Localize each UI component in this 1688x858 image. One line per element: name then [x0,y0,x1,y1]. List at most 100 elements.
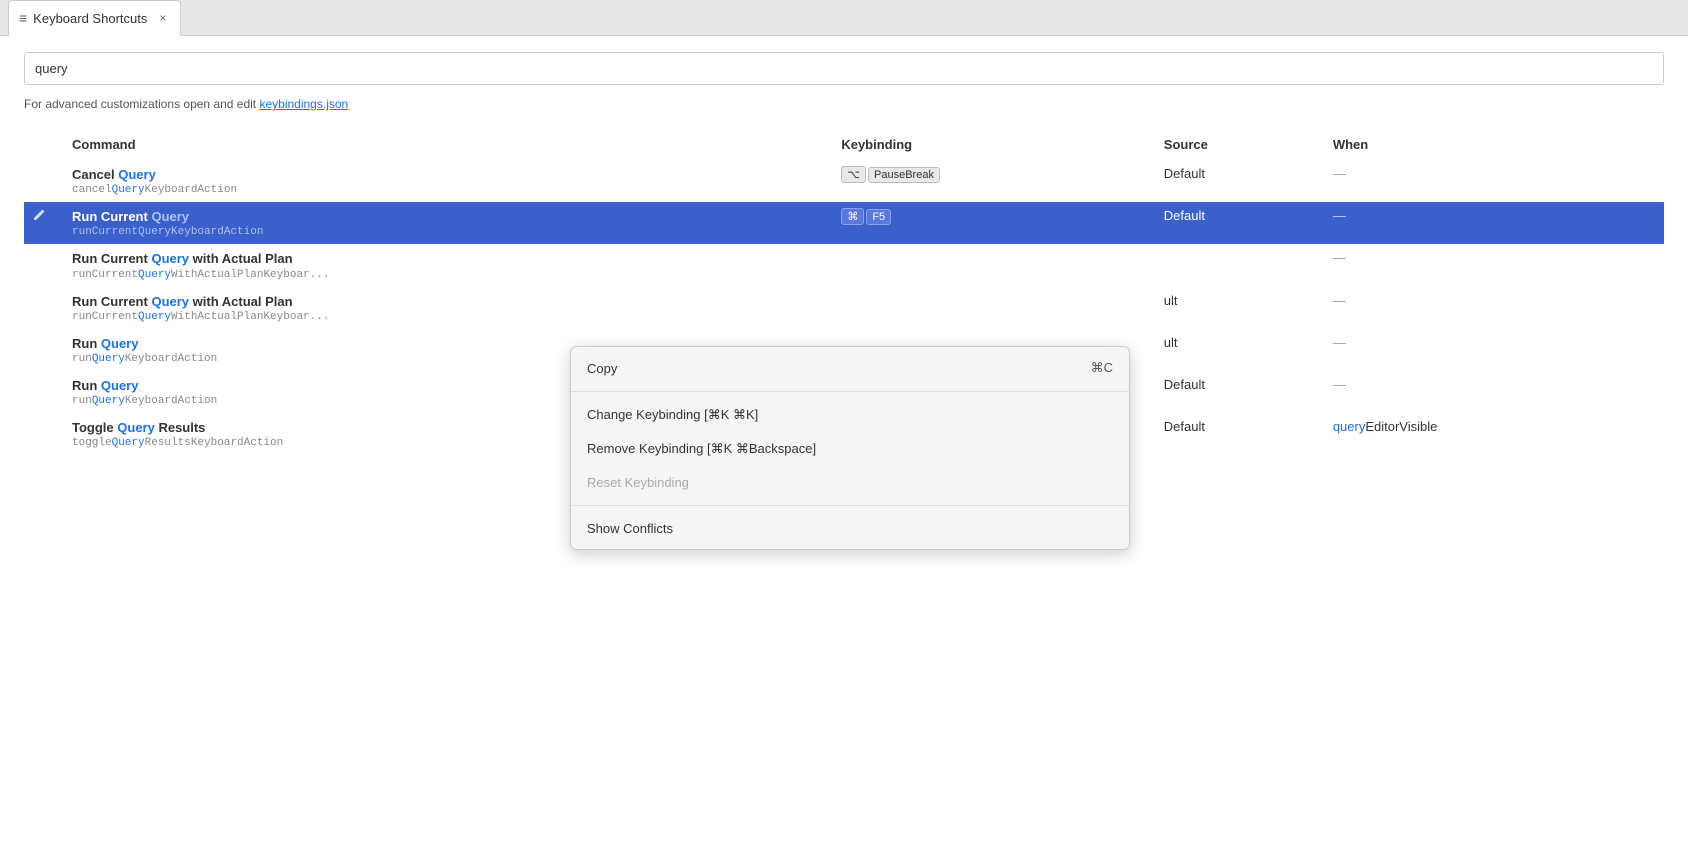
keyboard-shortcuts-tab[interactable]: ≡ Keyboard Shortcuts × [8,0,181,36]
when-cell: — [1325,371,1664,413]
context-menu-copy-label: Copy [587,361,617,376]
search-input[interactable] [24,52,1664,85]
when-dash: — [1333,208,1346,223]
command-name: Cancel Query [72,166,825,184]
cmdid-prefix: run [72,395,92,407]
keybinding-cell [833,287,1155,329]
cmdid-suffix: WithActualPlanKeyboar... [171,269,329,281]
info-text: For advanced customizations open and edi… [24,97,1664,111]
when-dash: — [1333,377,1346,392]
context-menu-section-2: Change Keybinding [⌘K ⌘K] Remove Keybind… [571,394,1129,503]
source-cell [1156,244,1325,286]
context-menu-divider-2 [571,505,1129,506]
cmdid-highlight: Query [92,353,125,365]
key-combo: ⌥ PauseBreak [841,166,1147,183]
cmdid-highlight: Query [138,311,171,323]
cmd-prefix: Run Current [72,209,151,224]
context-menu-item-show-conflicts[interactable]: Show Conflicts [571,512,1129,545]
main-content: For advanced customizations open and edi… [0,36,1688,858]
context-menu-show-conflicts-label: Show Conflicts [587,521,673,536]
info-static-text: For advanced customizations open and edi… [24,97,259,111]
when-suffix: EditorVisible [1365,419,1437,434]
cmdid-suffix: KeyboardAction [171,226,263,238]
cmdid-prefix: runCurrent [72,311,138,323]
cmd-prefix: Toggle [72,420,117,435]
cmdid-suffix: WithActualPlanKeyboar... [171,311,329,323]
source-cell: ult [1156,329,1325,371]
cmdid-suffix: ResultsKeyboardAction [145,437,284,449]
cmd-suffix: with Actual Plan [189,294,293,309]
command-cell: Cancel Query cancelQueryKeyboardAction [64,160,833,202]
keybinding-cell: ⌥ PauseBreak [833,160,1155,202]
edit-icon-cell [24,371,64,413]
tab-bar: ≡ Keyboard Shortcuts × [0,0,1688,36]
cmdid-highlight: Query [92,395,125,407]
command-id: runCurrentQueryKeyboardAction [72,226,825,238]
command-id: cancelQueryKeyboardAction [72,184,825,196]
cmdid-prefix: cancel [72,184,112,196]
when-dash: — [1333,166,1346,181]
cmdid-prefix: runCurrent [72,226,138,238]
cmd-highlight: Query [117,420,155,435]
context-menu-item-remove-keybinding[interactable]: Remove Keybinding [⌘K ⌘Backspace] [571,432,1129,466]
when-dash: — [1333,250,1346,265]
table-row[interactable]: Run Current Query runCurrentQueryKeyboar… [24,202,1664,244]
cmd-highlight: Query [101,336,139,351]
tab-title-text: Keyboard Shortcuts [33,11,147,26]
source-cell: Default [1156,202,1325,244]
col-source-header: Source [1156,131,1325,160]
context-menu-item-reset-keybinding: Reset Keybinding [571,466,1129,499]
cmdid-highlight: Query [138,269,171,281]
when-cell: — [1325,202,1664,244]
context-menu-remove-keybinding-label: Remove Keybinding [⌘K ⌘Backspace] [587,441,816,457]
command-cell: Run Current Query runCurrentQueryKeyboar… [64,202,833,244]
when-cell: — [1325,244,1664,286]
edit-icon-cell [24,287,64,329]
tab-close-button[interactable]: × [155,9,170,27]
source-cell: Default [1156,413,1325,455]
cmdid-prefix: toggle [72,437,112,449]
pencil-icon [32,208,46,222]
key-chip: ⌥ [841,166,866,183]
context-menu-section-1: Copy ⌘C [571,347,1129,389]
cmd-prefix: Run [72,378,101,393]
cmdid-suffix: KeyboardAction [125,353,217,365]
cmdid-highlight: Query [112,437,145,449]
cmd-highlight: Query [118,167,156,182]
cmd-suffix: with Actual Plan [189,251,293,266]
cmd-prefix: Run Current [72,294,151,309]
edit-icon-cell [24,329,64,371]
cmdid-prefix: runCurrent [72,269,138,281]
edit-icon-cell [24,244,64,286]
cmd-highlight: Query [151,251,189,266]
edit-icon-cell [24,160,64,202]
col-edit [24,131,64,160]
context-menu-item-copy[interactable]: Copy ⌘C [571,351,1129,385]
table-row[interactable]: Run Current Query with Actual Plan runCu… [24,244,1664,286]
when-dash: — [1333,293,1346,308]
cmd-prefix: Cancel [72,167,118,182]
cmdid-suffix: KeyboardAction [125,395,217,407]
context-menu-item-change-keybinding[interactable]: Change Keybinding [⌘K ⌘K] [571,398,1129,432]
edit-icon-cell [24,202,64,244]
context-menu-section-3: Show Conflicts [571,508,1129,549]
cmdid-prefix: run [72,353,92,365]
cmd-prefix: Run Current [72,251,151,266]
source-cell: ult [1156,287,1325,329]
keybinding-cell: ⌘ F5 [833,202,1155,244]
table-row[interactable]: Cancel Query cancelQueryKeyboardAction ⌥… [24,160,1664,202]
source-cell: Default [1156,371,1325,413]
when-dash: — [1333,335,1346,350]
key-chip: PauseBreak [868,167,940,183]
command-cell: Run Current Query with Actual Plan runCu… [64,287,833,329]
command-cell: Run Current Query with Actual Plan runCu… [64,244,833,286]
when-query-link[interactable]: query [1333,419,1366,434]
key-chip: ⌘ [841,208,864,225]
key-chip: F5 [866,209,891,225]
when-cell: — [1325,160,1664,202]
table-row[interactable]: Run Current Query with Actual Plan runCu… [24,287,1664,329]
when-cell: — [1325,287,1664,329]
keybindings-json-link[interactable]: keybindings.json [259,97,348,111]
source-cell: Default [1156,160,1325,202]
command-id: runCurrentQueryWithActualPlanKeyboar... [72,269,825,281]
